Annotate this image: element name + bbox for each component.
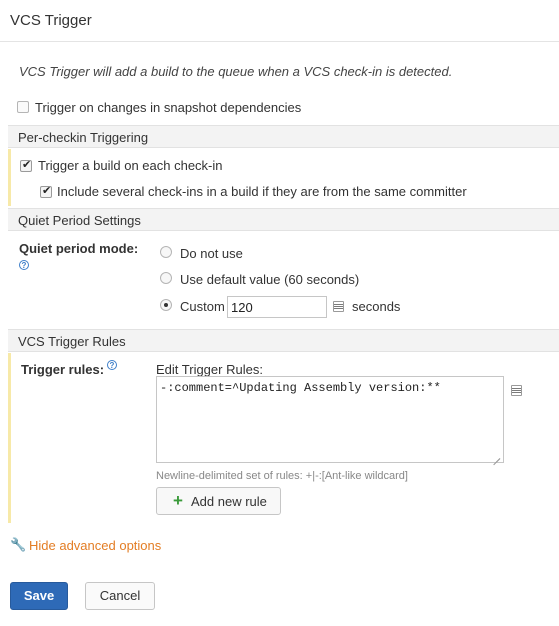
quiet-period-option-default: Use default value (60 seconds) bbox=[180, 272, 360, 287]
trigger-each-checkin-checkbox[interactable] bbox=[20, 158, 32, 172]
cancel-button[interactable]: Cancel bbox=[85, 582, 155, 610]
resize-grip-icon[interactable] bbox=[490, 449, 501, 466]
quiet-period-custom-input[interactable] bbox=[227, 296, 327, 318]
trigger-rules-hint: Newline-delimited set of rules: +|-:[Ant… bbox=[156, 470, 408, 482]
snapshot-dependencies-label: Trigger on changes in snapshot dependenc… bbox=[35, 100, 302, 115]
wrench-icon: 🔧 bbox=[10, 537, 27, 552]
dialog-title: VCS Trigger bbox=[10, 12, 92, 29]
quiet-period-radio-do-not-use[interactable] bbox=[160, 246, 172, 258]
trigger-each-checkin-label: Trigger a build on each check-in bbox=[38, 158, 223, 173]
trigger-rules-indicator bbox=[8, 353, 11, 523]
per-checkin-indicator bbox=[8, 149, 11, 206]
dialog-title-bar: VCS Trigger bbox=[0, 0, 559, 42]
quiet-period-section-title: Quiet Period Settings bbox=[18, 213, 141, 228]
list-icon[interactable] bbox=[511, 385, 522, 396]
include-several-checkins-checkbox[interactable] bbox=[40, 184, 52, 198]
quiet-period-help-icon[interactable]: ? bbox=[19, 260, 29, 270]
dialog-description: VCS Trigger will add a build to the queu… bbox=[19, 64, 453, 79]
trigger-rules-textarea[interactable] bbox=[156, 376, 504, 463]
quiet-period-section-header: Quiet Period Settings bbox=[8, 208, 559, 231]
per-checkin-section-header: Per-checkin Triggering bbox=[8, 125, 559, 148]
list-icon[interactable] bbox=[333, 301, 344, 312]
include-several-checkins-label: Include several check-ins in a build if … bbox=[57, 184, 467, 199]
edit-trigger-rules-label: Edit Trigger Rules: bbox=[156, 362, 263, 377]
quiet-period-radio-default[interactable] bbox=[160, 272, 172, 284]
snapshot-dependencies-checkbox[interactable] bbox=[17, 101, 29, 113]
quiet-period-option-custom: Custom bbox=[180, 299, 225, 314]
add-new-rule-label: Add new rule bbox=[191, 494, 267, 509]
trigger-rules-label: Trigger rules: bbox=[21, 362, 105, 377]
save-button[interactable]: Save bbox=[10, 582, 68, 610]
hide-advanced-options-label: Hide advanced options bbox=[29, 538, 162, 553]
per-checkin-section-title: Per-checkin Triggering bbox=[18, 130, 149, 145]
quiet-period-unit: seconds bbox=[352, 299, 401, 314]
quiet-period-mode-label: Quiet period mode: bbox=[19, 241, 139, 256]
trigger-rules-section-title: VCS Trigger Rules bbox=[18, 334, 126, 349]
quiet-period-option-do-not-use: Do not use bbox=[180, 246, 243, 261]
add-new-rule-button[interactable]: + Add new rule bbox=[156, 487, 281, 515]
plus-icon: + bbox=[173, 491, 183, 510]
trigger-rules-help-icon[interactable]: ? bbox=[107, 360, 117, 370]
trigger-rules-section-header: VCS Trigger Rules bbox=[8, 329, 559, 352]
quiet-period-radio-custom[interactable] bbox=[160, 299, 172, 311]
